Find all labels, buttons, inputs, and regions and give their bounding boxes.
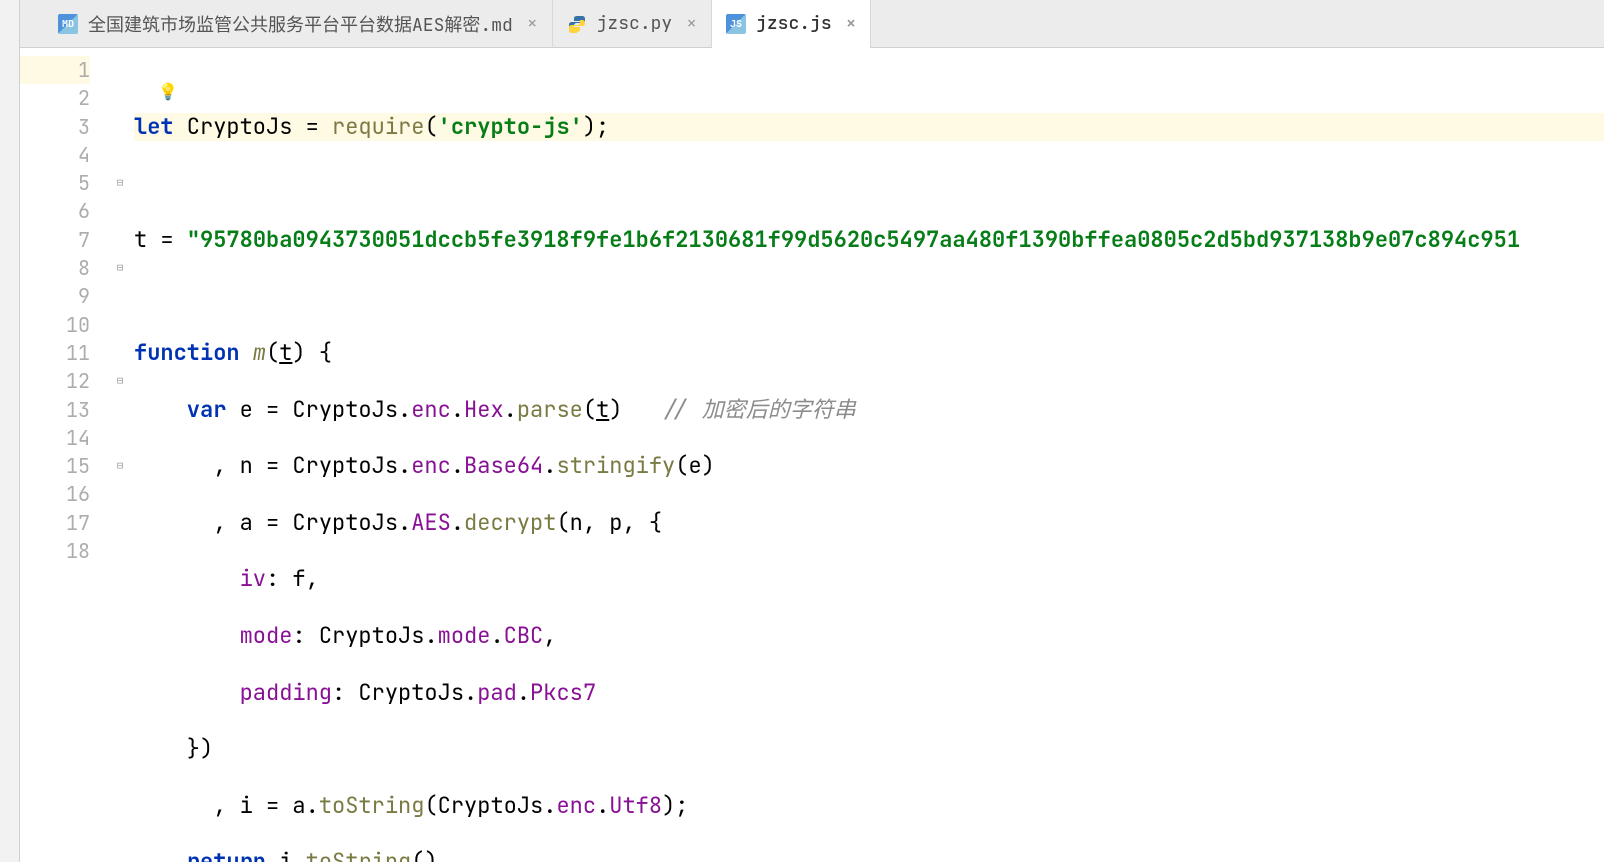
code-line: , n = CryptoJs.enc.Base64.stringify(e)	[134, 452, 1604, 480]
line-number: 11	[20, 339, 90, 367]
line-number: 5	[20, 169, 90, 197]
tab-label: jzsc.js	[756, 12, 832, 35]
fold-none	[110, 113, 130, 141]
fold-none	[110, 311, 130, 339]
fold-none	[110, 339, 130, 367]
code-line: t = "95780ba0943730051dccb5fe3918f9fe1b6…	[134, 226, 1604, 254]
fold-gutter: ⊟ ⊟ ⊟ ⊟	[110, 48, 130, 862]
fold-none	[110, 197, 130, 225]
code-editor[interactable]: 1 2 3 4 5 6 7 8 9 10 11 12 13 14 15 16 1…	[20, 48, 1604, 862]
fold-none	[110, 396, 130, 424]
fold-none	[110, 56, 130, 84]
fold-close-icon[interactable]: ⊟	[110, 452, 130, 480]
tab-file-py[interactable]: jzsc.py ×	[553, 0, 712, 48]
line-number: 14	[20, 424, 90, 452]
fold-open-icon[interactable]: ⊟	[110, 169, 130, 197]
code-content[interactable]: 💡 let CryptoJs = require('crypto-js'); t…	[130, 48, 1604, 862]
tab-file-js[interactable]: JS jzsc.js ×	[712, 0, 871, 48]
line-number: 15	[20, 452, 90, 480]
tab-label: jzsc.py	[597, 12, 673, 35]
code-line: mode: CryptoJs.mode.CBC,	[134, 622, 1604, 650]
line-number: 1	[20, 56, 90, 84]
code-line: , a = CryptoJs.AES.decrypt(n, p, {	[134, 509, 1604, 537]
line-number: 8	[20, 254, 90, 282]
fold-none	[110, 226, 130, 254]
markdown-file-icon: MD	[58, 14, 78, 34]
fold-none	[110, 424, 130, 452]
fold-none	[110, 141, 130, 169]
js-file-icon: JS	[726, 14, 746, 34]
code-line	[134, 169, 1604, 197]
code-line: function m(t) {	[134, 339, 1604, 367]
left-tool-strip	[0, 0, 20, 862]
line-number: 2	[20, 84, 90, 112]
fold-open-icon[interactable]: ⊟	[110, 254, 130, 282]
line-number-gutter: 1 2 3 4 5 6 7 8 9 10 11 12 13 14 15 16 1…	[20, 48, 110, 862]
tab-file-md[interactable]: MD 全国建筑市场监管公共服务平台平台数据AES解密.md ×	[44, 0, 553, 48]
code-line: padding: CryptoJs.pad.Pkcs7	[134, 679, 1604, 707]
close-icon[interactable]: ×	[682, 12, 697, 35]
tab-label: 全国建筑市场监管公共服务平台平台数据AES解密.md	[88, 11, 513, 37]
line-number: 18	[20, 537, 90, 565]
line-number: 16	[20, 480, 90, 508]
python-file-icon	[567, 14, 587, 34]
line-number: 12	[20, 367, 90, 395]
line-number: 17	[20, 509, 90, 537]
code-line: })	[134, 735, 1604, 763]
code-line	[134, 282, 1604, 310]
fold-none	[110, 282, 130, 310]
line-number: 9	[20, 282, 90, 310]
close-icon[interactable]: ×	[523, 12, 538, 35]
line-number: 4	[20, 141, 90, 169]
editor-tabs-bar: MD 全国建筑市场监管公共服务平台平台数据AES解密.md × jzsc.py …	[20, 0, 1604, 48]
line-number: 7	[20, 226, 90, 254]
fold-close-icon[interactable]: ⊟	[110, 367, 130, 395]
code-line: let CryptoJs = require('crypto-js');	[134, 113, 1604, 141]
line-number: 10	[20, 311, 90, 339]
code-line: return i.toString()	[134, 848, 1604, 862]
fold-none	[110, 84, 130, 112]
code-line: iv: f,	[134, 565, 1604, 593]
code-line: var e = CryptoJs.enc.Hex.parse(t) // 加密后…	[134, 396, 1604, 424]
code-line: , i = a.toString(CryptoJs.enc.Utf8);	[134, 792, 1604, 820]
close-icon[interactable]: ×	[842, 12, 857, 35]
line-number: 3	[20, 113, 90, 141]
line-number: 6	[20, 197, 90, 225]
intention-bulb-icon[interactable]: 💡	[158, 78, 178, 106]
line-number: 13	[20, 396, 90, 424]
